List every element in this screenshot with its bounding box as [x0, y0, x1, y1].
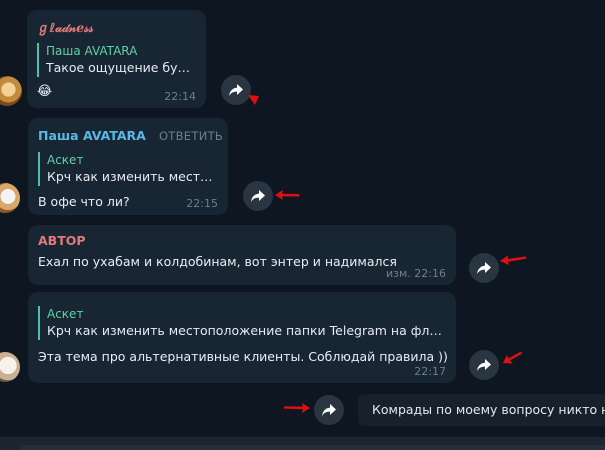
message-time: изм. 22:16	[386, 267, 446, 280]
message-bubble[interactable]: Паша AVATARA ОТВЕТИТЬ Аскет Крч как изме…	[28, 118, 228, 215]
message-input[interactable]: Комрады по моему вопросу никто не	[358, 394, 605, 426]
message-time: 22:15	[186, 197, 218, 210]
reply-author: Паша AVATARA	[46, 44, 138, 58]
reply-text: Крч как изменить место...	[47, 169, 217, 184]
bottom-panel	[0, 436, 605, 450]
forward-share-icon	[477, 359, 491, 371]
forward-button[interactable]	[243, 181, 273, 211]
red-arrow-icon	[275, 190, 299, 200]
chat-area: ℊℓ𝒶𝒹𝓃ℯ𝓈𝓈 Паша AVATARA Такое ощущение буд…	[0, 0, 605, 450]
forward-button[interactable]	[469, 350, 499, 380]
reply-quote[interactable]: Паша AVATARA Такое ощущение буд...	[37, 43, 196, 77]
red-arrow-icon	[248, 95, 259, 105]
forward-share-icon	[477, 262, 491, 274]
forward-share-icon	[229, 84, 243, 96]
red-arrow-icon	[503, 351, 523, 364]
user-avatar[interactable]	[0, 76, 22, 106]
message-time: 22:17	[414, 365, 446, 378]
message-bubble[interactable]: ℊℓ𝒶𝒹𝓃ℯ𝓈𝓈 Паша AVATARA Такое ощущение буд…	[27, 10, 206, 108]
message-text: Эта тема про альтернативные клиенты. Соб…	[38, 349, 448, 364]
reply-author: Аскет	[47, 153, 84, 167]
red-arrow-icon	[284, 403, 310, 413]
message-author[interactable]: ℊℓ𝒶𝒹𝓃ℯ𝓈𝓈	[37, 17, 196, 36]
message-author[interactable]: АВТОР	[38, 233, 446, 248]
red-arrow-icon	[500, 255, 527, 265]
user-avatar[interactable]	[0, 352, 20, 382]
reply-quote[interactable]: Аскет Крч как изменить местоположение па…	[38, 306, 446, 340]
message-text: Ехал по ухабам и колдобинам, вот энтер и…	[38, 254, 397, 269]
composer-edge[interactable]	[20, 445, 605, 450]
forward-share-icon	[322, 404, 336, 416]
reply-action-link[interactable]: ОТВЕТИТЬ	[159, 129, 223, 143]
reply-text: Такое ощущение буд...	[46, 60, 196, 75]
message-author[interactable]: Паша AVATARA	[38, 128, 146, 143]
forward-button[interactable]	[314, 395, 344, 425]
forward-button[interactable]	[469, 253, 499, 283]
reply-quote[interactable]: Аскет Крч как изменить место...	[38, 152, 218, 186]
message-time: 22:14	[164, 90, 196, 103]
reply-text: Крч как изменить местоположение папки Te…	[47, 323, 445, 338]
message-bubble[interactable]: АВТОР Ехал по ухабам и колдобинам, вот э…	[28, 225, 456, 285]
forward-share-icon	[251, 190, 265, 202]
user-avatar[interactable]	[0, 183, 20, 213]
reply-author: Аскет	[47, 307, 84, 321]
message-bubble[interactable]: Аскет Крч как изменить местоположение па…	[28, 292, 456, 383]
